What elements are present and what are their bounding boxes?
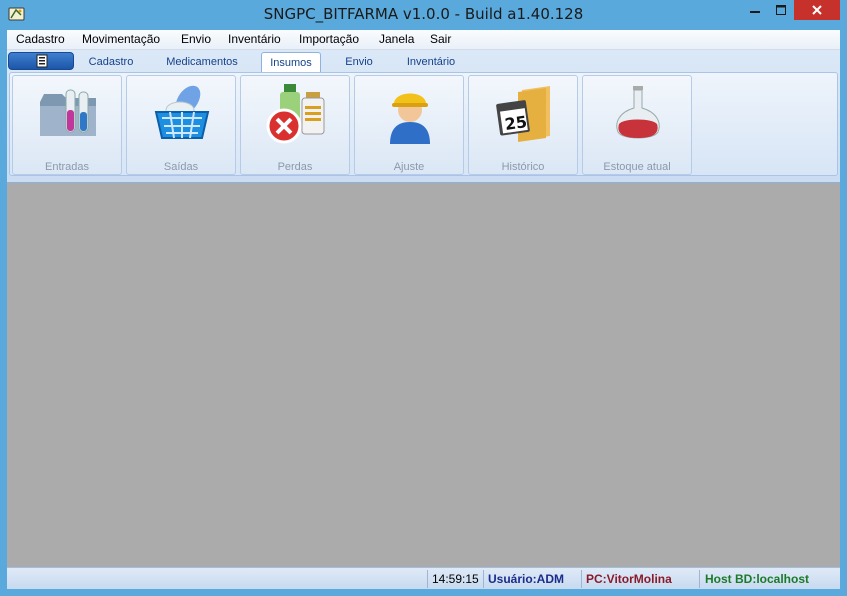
calendar-folder-icon: 25 [496, 86, 550, 142]
title-bar[interactable]: SNGPC_BITFARMA v1.0.0 - Build a1.40.128 [0, 0, 847, 30]
saidas-button[interactable]: Saídas [126, 75, 236, 175]
tab-insumos[interactable]: Insumos [261, 52, 321, 73]
maximize-icon [776, 5, 786, 15]
tab-medicamentos[interactable]: Medicamentos [159, 54, 245, 72]
menu-sair[interactable]: Sair [430, 32, 451, 46]
close-icon [812, 5, 822, 15]
worker-hardhat-icon [390, 93, 430, 144]
menu-inventario[interactable]: Inventário [228, 32, 281, 46]
bottles-delete-icon [266, 84, 325, 144]
mdi-workspace [7, 183, 840, 567]
perdas-label: Perdas [277, 161, 313, 173]
status-user: Usuário:ADM [483, 570, 573, 588]
status-host: Host BD:localhost [699, 570, 839, 588]
menu-envio[interactable]: Envio [181, 32, 211, 46]
shopping-basket-icon [154, 85, 210, 139]
app-window: SNGPC_BITFARMA v1.0.0 - Build a1.40.128 … [0, 0, 847, 596]
document-list-icon [36, 54, 48, 68]
app-menu-button[interactable] [8, 52, 74, 70]
close-button[interactable] [794, 0, 840, 20]
minimize-icon [750, 11, 760, 13]
saidas-label: Saídas [163, 161, 199, 173]
historico-button[interactable]: 25 Histórico [468, 75, 578, 175]
ribbon-panel-insumos: Entradas Saídas Perdas Ajuste 25 Históri… [9, 72, 838, 176]
tab-cadastro[interactable]: Cadastro [79, 54, 143, 72]
tab-envio[interactable]: Envio [337, 54, 381, 72]
ajuste-label: Ajuste [393, 161, 425, 173]
status-time: 14:59:15 [427, 570, 483, 588]
ajuste-button[interactable]: Ajuste [354, 75, 464, 175]
menu-cadastro[interactable]: Cadastro [16, 32, 65, 46]
perdas-button[interactable]: Perdas [240, 75, 350, 175]
tab-inventario[interactable]: Inventário [399, 54, 463, 72]
status-pc: PC:VitorMolina [581, 570, 697, 588]
entradas-button[interactable]: Entradas [12, 75, 122, 175]
historico-label: Histórico [501, 161, 545, 173]
folder-test-tubes-icon [40, 89, 96, 136]
menu-importacao[interactable]: Importação [299, 32, 359, 46]
menu-bar: Cadastro Movimentação Envio Inventário I… [7, 30, 840, 50]
menu-movimentacao[interactable]: Movimentação [82, 32, 160, 46]
window-title: SNGPC_BITFARMA v1.0.0 - Build a1.40.128 [263, 5, 584, 23]
ribbon: Cadastro Medicamentos Insumos Envio Inve… [7, 50, 840, 183]
calendar-day: 25 [504, 112, 529, 134]
flask-icon [616, 86, 660, 139]
status-bar: 14:59:15 Usuário:ADM PC:VitorMolina Host… [7, 567, 840, 589]
maximize-button[interactable] [768, 0, 794, 20]
entradas-label: Entradas [44, 161, 90, 173]
client-area: Cadastro Movimentação Envio Inventário I… [7, 30, 840, 589]
minimize-button[interactable] [742, 0, 768, 20]
estoque-atual-button[interactable]: Estoque atual [582, 75, 692, 175]
menu-janela[interactable]: Janela [379, 32, 414, 46]
estoque-atual-label: Estoque atual [603, 161, 671, 173]
